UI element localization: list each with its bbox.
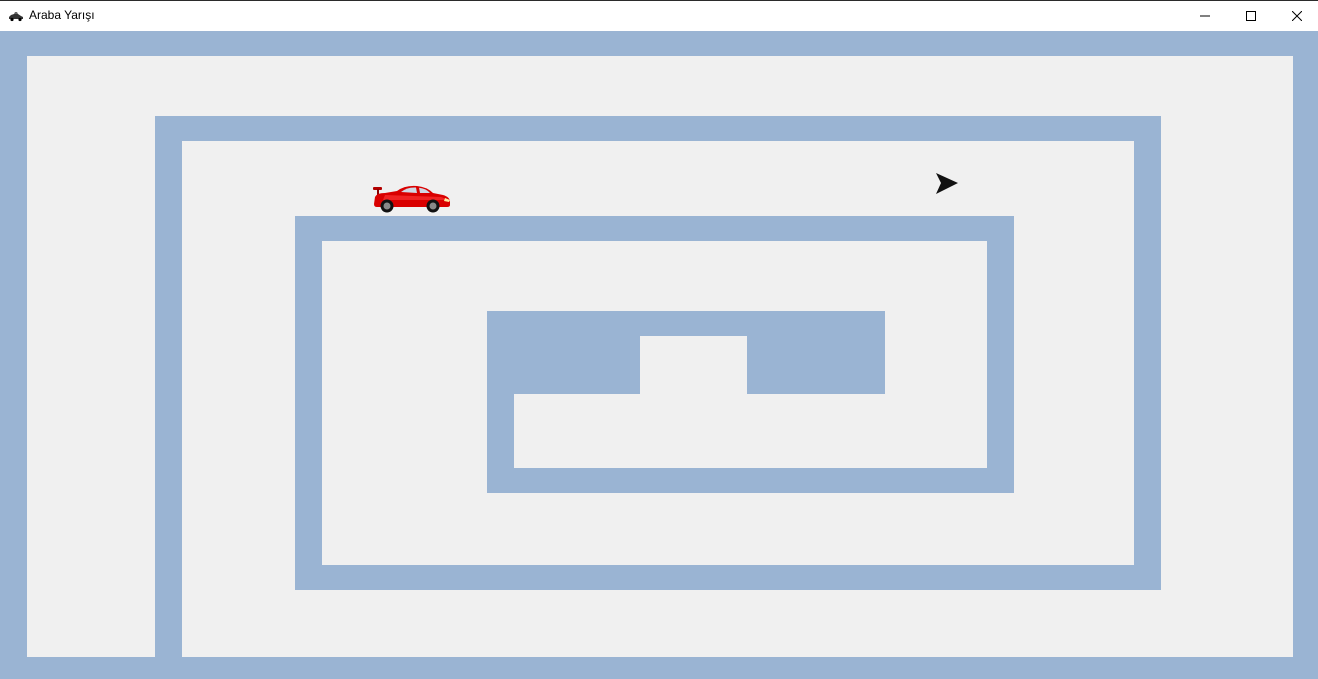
- wall-ring3-right: [987, 216, 1014, 493]
- wall-inner-bottom: [487, 468, 1014, 493]
- wall-ring3-left: [295, 216, 322, 590]
- wall-outer-top: [0, 31, 1318, 56]
- wall-ring2-left: [155, 116, 182, 657]
- window-title: Araba Yarışı: [29, 8, 95, 22]
- wall-inner-left: [487, 311, 514, 493]
- close-icon: [1292, 11, 1302, 21]
- app-window: Araba Yarışı: [0, 0, 1318, 679]
- maximize-icon: [1246, 11, 1256, 21]
- close-button[interactable]: [1274, 1, 1318, 31]
- player-car-icon[interactable]: [371, 183, 451, 213]
- wall-ring2-right: [1134, 116, 1161, 590]
- wall-outer-bottom: [0, 657, 1318, 679]
- wall-ring2-top: [155, 116, 1161, 141]
- wall-ring2-bottom: [295, 565, 1161, 590]
- title-bar[interactable]: Araba Yarışı: [0, 0, 1318, 31]
- minimize-icon: [1200, 15, 1210, 17]
- wall-outer-right: [1293, 31, 1318, 679]
- minimize-button[interactable]: [1182, 1, 1228, 31]
- arrow-cursor-icon: [936, 173, 958, 194]
- maximize-button[interactable]: [1228, 1, 1274, 31]
- race-car-icon: [9, 12, 23, 22]
- wall-outer-left: [0, 31, 27, 679]
- race-track: [0, 31, 1318, 679]
- wall-inner-block-right: [747, 311, 885, 394]
- wall-ring3-top: [295, 216, 1014, 241]
